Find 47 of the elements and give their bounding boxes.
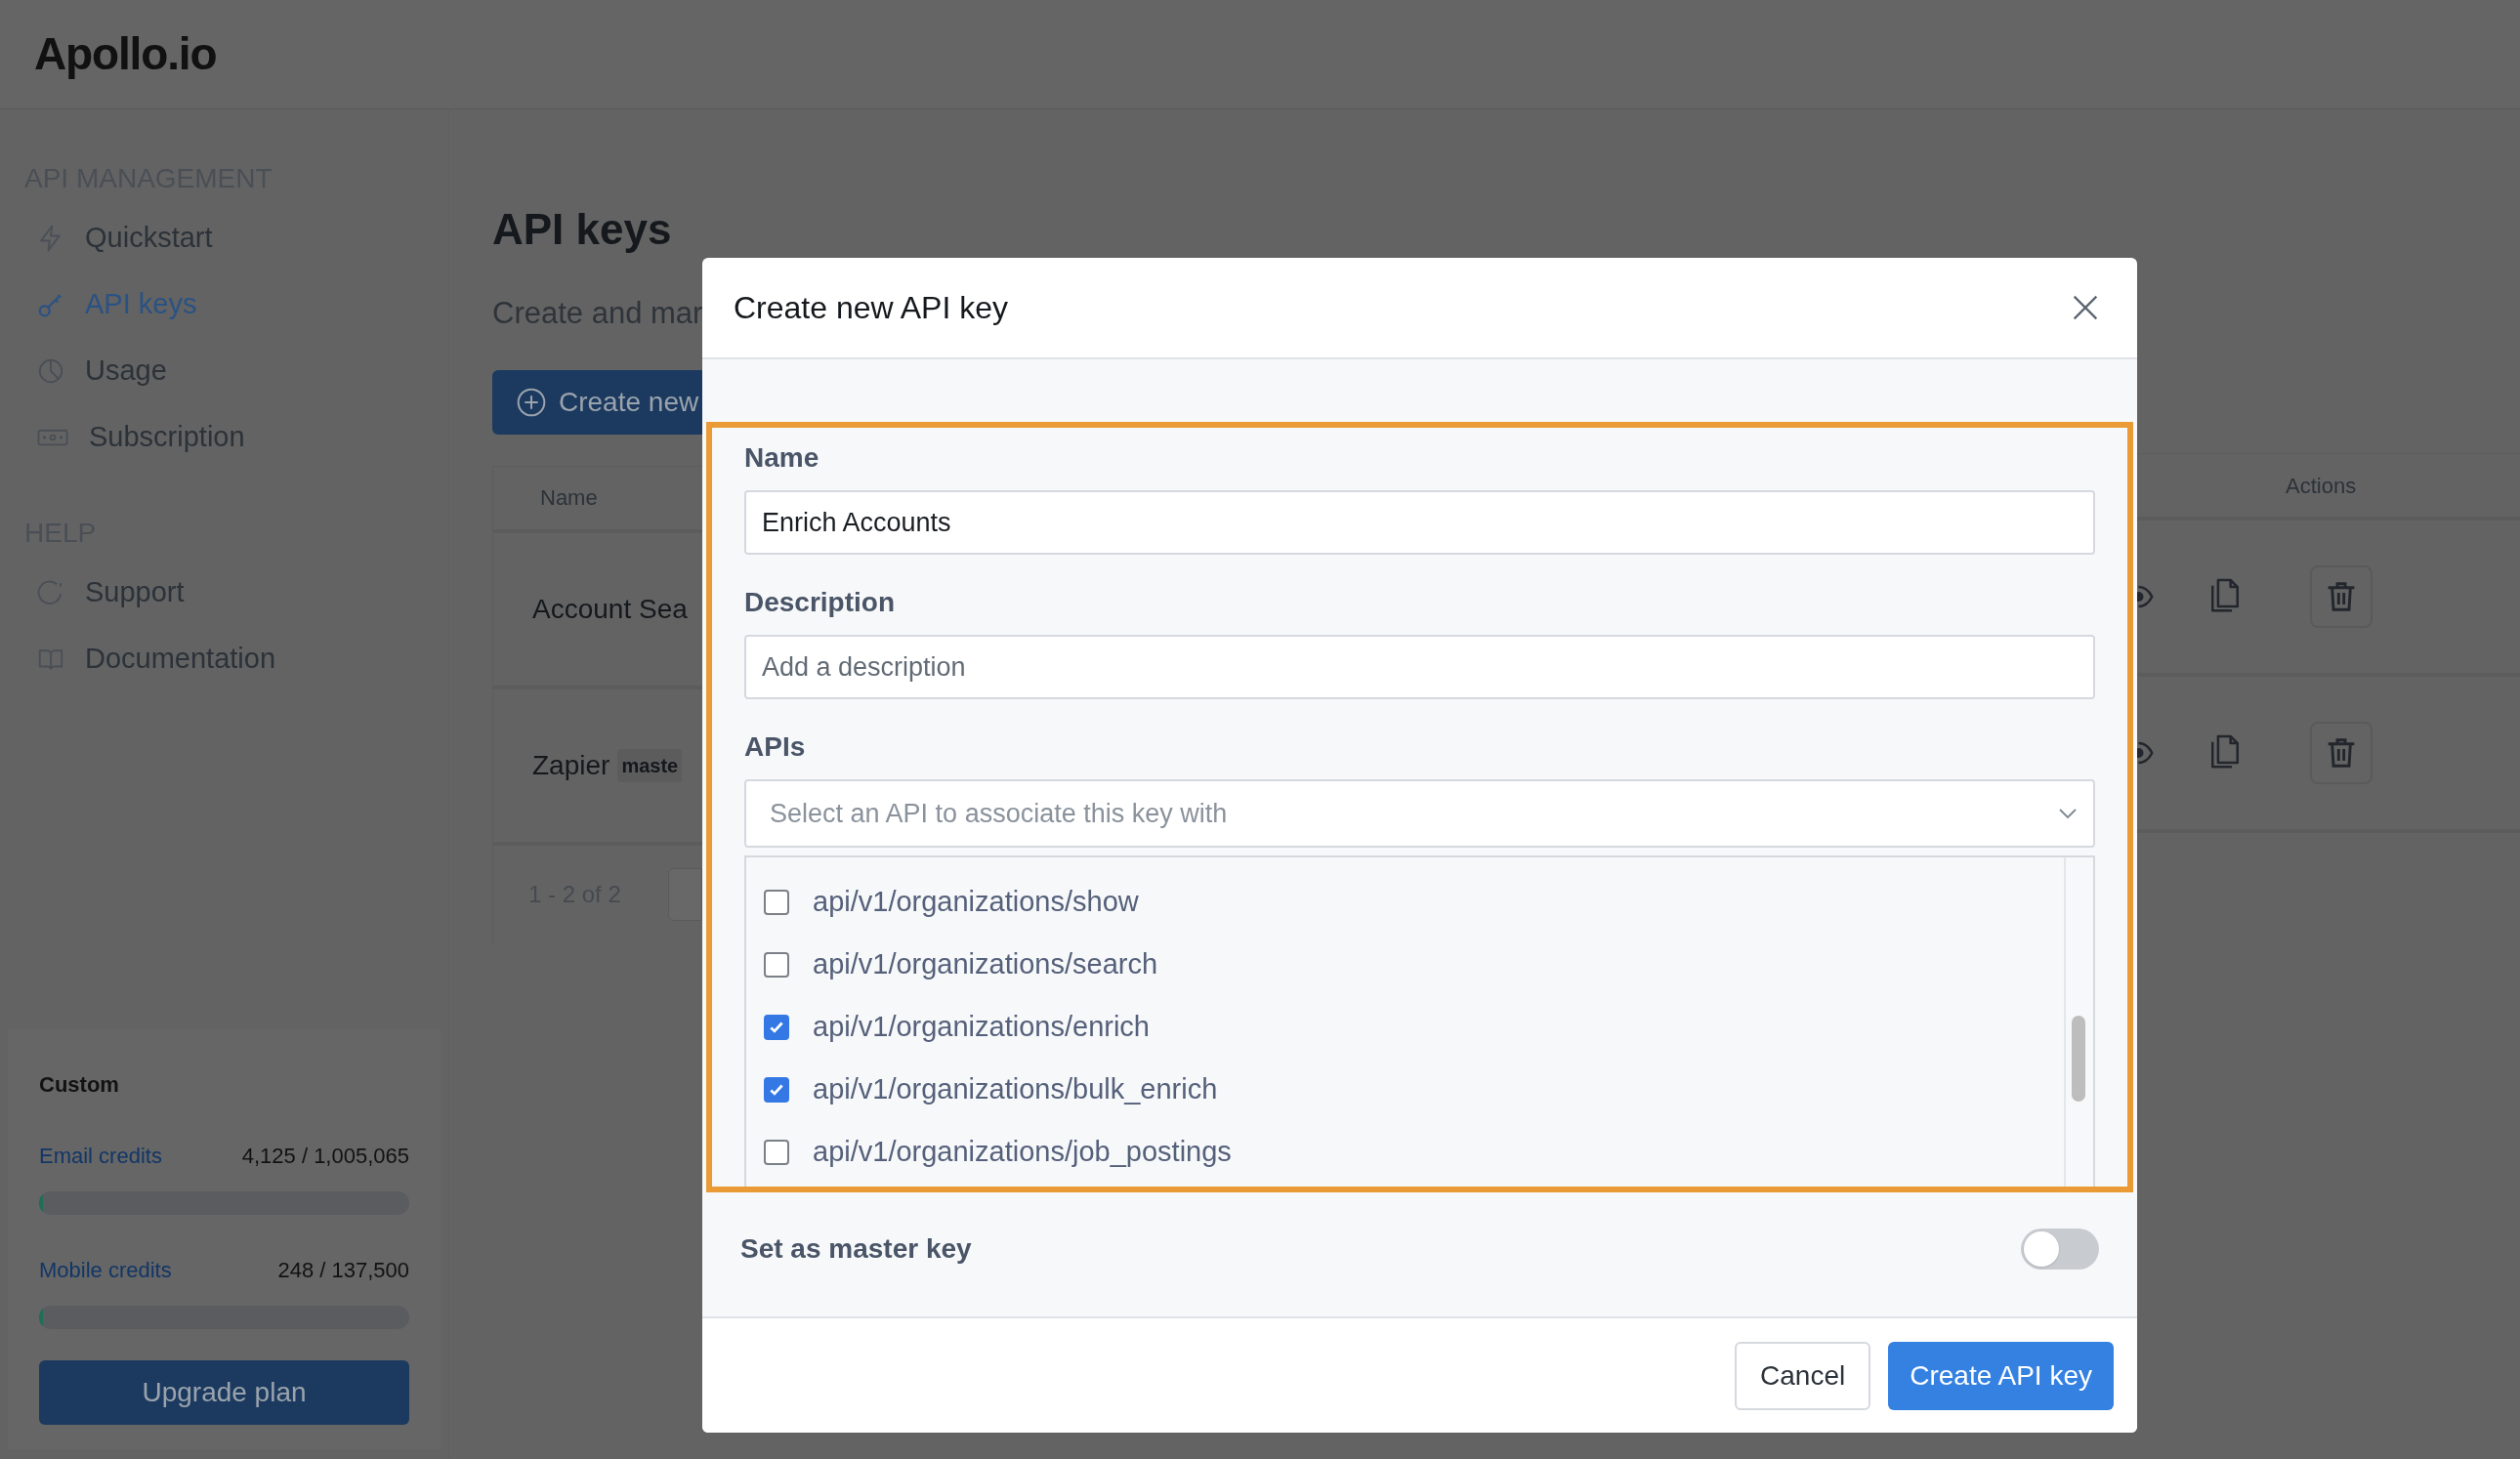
api-option[interactable]: api/v1/organizations/search	[764, 934, 2093, 996]
checkbox[interactable]	[764, 1140, 789, 1165]
trash-icon	[2326, 735, 2357, 771]
field-label: APIs	[744, 730, 807, 764]
upgrade-plan-button[interactable]: Upgrade plan	[39, 1360, 409, 1425]
cancel-button[interactable]: Cancel	[1735, 1341, 1871, 1410]
modal-title: Create new API key	[734, 289, 1009, 327]
checkbox[interactable]	[764, 890, 789, 915]
toggle-label: Set as master key	[740, 1232, 972, 1266]
field-label: Name	[744, 441, 820, 475]
toggle-switch[interactable]	[2021, 1229, 2099, 1270]
logo[interactable]: Apollo.io	[34, 21, 217, 88]
table-cell-text: Zapier	[532, 748, 610, 782]
plan-name: Custom	[39, 1071, 120, 1099]
page-title: API keys	[492, 204, 673, 255]
credits-label[interactable]: Email credits	[39, 1140, 162, 1172]
sidebar-item[interactable]: Subscription	[24, 416, 424, 459]
sidebar-item[interactable]: Documentation	[24, 638, 424, 681]
create-new-button[interactable]: Create new	[492, 369, 702, 435]
chevron-down-icon[interactable]	[2058, 807, 2078, 820]
sidebar-item[interactable]: Support	[24, 571, 424, 614]
checkbox[interactable]	[764, 952, 789, 978]
delete-button[interactable]	[2310, 722, 2373, 784]
pie-chart-icon	[36, 356, 65, 386]
scrollbar-thumb[interactable]	[2072, 1016, 2085, 1102]
column-header: Actions	[2286, 472, 2357, 500]
tag: maste	[617, 748, 683, 782]
credits-label[interactable]: Mobile credits	[39, 1254, 172, 1286]
credits-count: 4,125 / 1,005,065	[241, 1143, 409, 1170]
field-label: Description	[744, 586, 897, 619]
plus-circle-icon	[516, 386, 547, 418]
api-option[interactable]: api/v1/organizations/enrich	[764, 996, 2093, 1059]
create-api-key-button[interactable]: Create API key	[1888, 1341, 2114, 1410]
text-field[interactable]: Add a description	[744, 635, 2095, 699]
sidebar-item[interactable]: Quickstart	[24, 217, 424, 260]
delete-button[interactable]	[2310, 565, 2373, 628]
checkbox[interactable]	[764, 1077, 789, 1103]
table-cell-text: Account Sea	[532, 592, 688, 626]
checkbox[interactable]	[764, 1015, 789, 1040]
sidebar-item[interactable]: Usage	[24, 350, 424, 393]
credits-count: 248 / 137,500	[277, 1257, 409, 1284]
api-select[interactable]: Select an API to associate this key with	[744, 779, 2095, 848]
api-option[interactable]: api/v1/organizations/bulk_enrich	[764, 1059, 2093, 1121]
api-option[interactable]: api/v1/organizations/show	[764, 871, 2093, 934]
api-option[interactable]: api/v1/organizations/job_postings	[764, 1121, 2093, 1184]
trash-icon	[2326, 579, 2357, 614]
text-field[interactable]: Enrich Accounts	[744, 490, 2095, 555]
